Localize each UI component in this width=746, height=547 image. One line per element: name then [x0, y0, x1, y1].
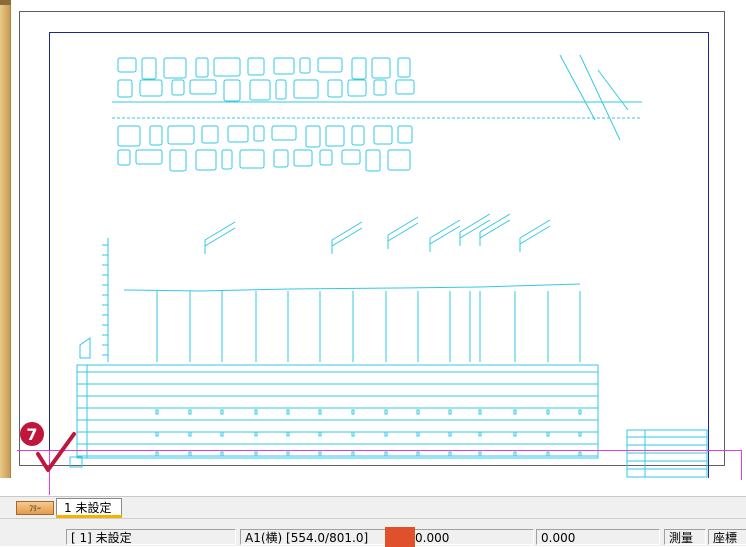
status-paper-size[interactable]: A1(横) [554.0/801.0] [240, 529, 406, 545]
status-mode[interactable]: 測量 [664, 529, 706, 545]
status-y-coordinate: 0.000 [536, 529, 660, 545]
status-x-coordinate: 0.000 [410, 529, 534, 545]
status-layer[interactable]: [ 1] 未設定 [66, 529, 236, 545]
tab-free[interactable]: ﾌﾘｰ [16, 501, 54, 515]
check-icon [36, 432, 76, 472]
status-coordinate-mode[interactable]: 座標 [708, 529, 746, 545]
cad-drawing [69, 54, 708, 478]
layer-tabbar: ﾌﾘｰ 1 未設定 [0, 496, 746, 518]
print-area-guide [17, 450, 742, 480]
status-bar: [ 1] 未設定 A1(横) [554.0/801.0] 0.000 0.000… [0, 518, 746, 547]
status-indicator [385, 527, 415, 547]
